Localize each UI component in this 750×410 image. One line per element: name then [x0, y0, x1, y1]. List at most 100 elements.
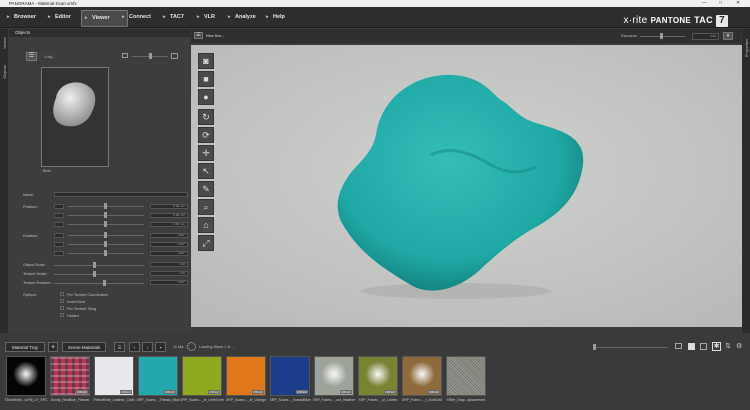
object-scale-label: Object Scale: — [23, 263, 46, 267]
rotation-z-knob[interactable] — [104, 250, 107, 256]
settings-icon[interactable]: ⚙ — [736, 343, 744, 350]
pointer-icon[interactable]: ↖ — [198, 163, 214, 179]
material-format-badge: VMFEX — [383, 390, 396, 394]
texture-rotation-value[interactable]: 0.00° — [150, 280, 188, 285]
material-swatch[interactable]: VMFEX — [270, 356, 310, 396]
main-menubar: Browser Editor Viewer Connect TAC7 VLR A… — [0, 7, 750, 28]
viewport-menu-icon[interactable]: ☰ — [194, 32, 203, 39]
tray-zoom-slider[interactable] — [593, 347, 668, 348]
rotation-x-axis — [54, 233, 64, 238]
pin-icon[interactable]: ✎ — [198, 181, 214, 197]
name-input[interactable] — [54, 192, 188, 197]
viewport-tab-label[interactable]: New Sce... — [206, 34, 224, 38]
material-swatch[interactable]: VMFEX — [182, 356, 222, 396]
viewport-options-icon[interactable]: ▾ — [723, 32, 733, 40]
rotation-y-knob[interactable] — [104, 241, 107, 247]
refresh-icon[interactable]: ↻ — [198, 109, 214, 125]
home-icon[interactable]: ⌂ — [198, 217, 214, 233]
position-label: Position: — [23, 205, 38, 209]
material-swatch[interactable] — [446, 356, 486, 396]
position-x-value[interactable]: 0.00 mm — [150, 204, 188, 209]
3d-viewport[interactable] — [191, 45, 742, 327]
option-checkbox[interactable] — [60, 292, 64, 296]
object-scale-knob[interactable] — [93, 262, 96, 268]
image-view-icon[interactable] — [675, 343, 682, 349]
option-label: Hidden — [67, 314, 80, 318]
material-format-badge: VMFEX — [207, 390, 220, 394]
material-swatch[interactable]: VMFEX — [402, 356, 442, 396]
position-y-value[interactable]: 0.00 mm — [150, 213, 188, 218]
material-swatch[interactable]: VMFEX — [314, 356, 354, 396]
list-view-icon[interactable] — [700, 343, 707, 350]
rotate-icon[interactable]: ⟳ — [198, 127, 214, 143]
camera-icon[interactable]: ◙ — [198, 53, 214, 69]
menu-help[interactable]: Help — [263, 10, 301, 25]
position-x-axis — [54, 204, 64, 209]
exposure-value[interactable]: 0.00 — [692, 33, 719, 40]
list-menu-icon[interactable]: ☰ — [26, 52, 37, 61]
option-checkbox[interactable] — [60, 313, 64, 317]
next-icon[interactable]: › — [142, 342, 153, 352]
material-swatch[interactable]: VMFEX — [138, 356, 178, 396]
tray-zoom-knob[interactable] — [593, 344, 596, 350]
fit-icon[interactable]: ⤢ — [198, 235, 214, 251]
object-scale-slider[interactable] — [54, 265, 144, 266]
material-swatch[interactable]: VMFEX — [226, 356, 266, 396]
previous-icon[interactable]: ‹ — [129, 342, 140, 352]
position-z-knob[interactable] — [104, 221, 107, 227]
rotation-x-value[interactable]: 0.00° — [150, 233, 188, 238]
rotation-z-axis — [54, 251, 64, 256]
side-tab-properties[interactable]: Properties — [744, 39, 749, 57]
position-y-knob[interactable] — [104, 212, 107, 218]
image-large-icon[interactable] — [171, 53, 178, 59]
zoom-icon[interactable]: ⌕ — [198, 199, 214, 215]
side-tab-objects[interactable]: Objects — [2, 65, 7, 79]
grid-view-icon[interactable] — [688, 343, 695, 350]
square-icon[interactable]: ■ — [198, 71, 214, 87]
maximize-icon[interactable]: □ — [719, 0, 722, 7]
texture-rotation-slider[interactable] — [54, 283, 144, 284]
viewport-header: ☰ New Sce... Exposure 0.00 ▾ — [191, 29, 741, 43]
texture-scale-slider[interactable] — [54, 274, 144, 275]
rotation-x-knob[interactable] — [104, 232, 107, 238]
stop-icon[interactable]: ▪ — [155, 342, 166, 352]
material-format-badge: VMFEX — [75, 390, 88, 394]
texture-rotation-knob[interactable] — [103, 280, 106, 286]
sort-icon[interactable]: ⇅ — [725, 343, 733, 350]
name-label: Name: — [23, 193, 35, 197]
object-scale-value[interactable]: 1.00 — [150, 262, 188, 267]
image-icon[interactable] — [122, 53, 128, 58]
rotation-y-value[interactable]: 0.00° — [150, 242, 188, 247]
texture-scale-knob[interactable] — [93, 271, 96, 277]
material-swatch[interactable]: VMFEX — [94, 356, 134, 396]
move-icon[interactable]: ✛ — [198, 145, 214, 161]
option-checkbox[interactable] — [60, 299, 64, 303]
teal-blob-object[interactable] — [191, 45, 742, 327]
add-icon[interactable]: + — [48, 342, 58, 352]
texture-scale-value[interactable]: 1.00 — [150, 271, 188, 276]
position-x-knob[interactable] — [104, 203, 107, 209]
material-swatch[interactable] — [6, 356, 46, 396]
circle-icon[interactable]: ● — [198, 89, 214, 105]
material-swatch[interactable]: VMFEX — [358, 356, 398, 396]
side-tab-viewer[interactable]: Viewer — [2, 37, 7, 49]
material-tray-button[interactable]: Material Tray — [5, 342, 45, 352]
material-count-label: 11 Ma... — [173, 345, 187, 349]
material-swatch[interactable]: VMFEX — [50, 356, 90, 396]
exposure-knob[interactable] — [660, 33, 663, 39]
rotation-z-value[interactable]: 0.00° — [150, 251, 188, 256]
position-y-axis — [54, 213, 64, 218]
exposure-label: Exposure — [621, 34, 638, 38]
option-checkbox[interactable] — [60, 306, 64, 310]
material-format-badge: VMFEX — [163, 390, 176, 394]
position-z-value[interactable]: 0.00 mm — [150, 222, 188, 227]
tray-menu-icon[interactable]: ☰ — [114, 342, 125, 352]
object-thumbnail[interactable] — [41, 67, 109, 167]
brand-xrite: x·rite — [623, 15, 648, 26]
pattern-view-icon[interactable]: ✱ — [712, 342, 721, 351]
scene-materials-button[interactable]: Scene Materials — [62, 342, 106, 352]
right-side-strip: Properties — [742, 29, 750, 333]
thumb-size-knob[interactable] — [149, 53, 152, 59]
close-icon[interactable]: ✕ — [736, 0, 740, 7]
minimize-icon[interactable]: — — [702, 0, 707, 7]
